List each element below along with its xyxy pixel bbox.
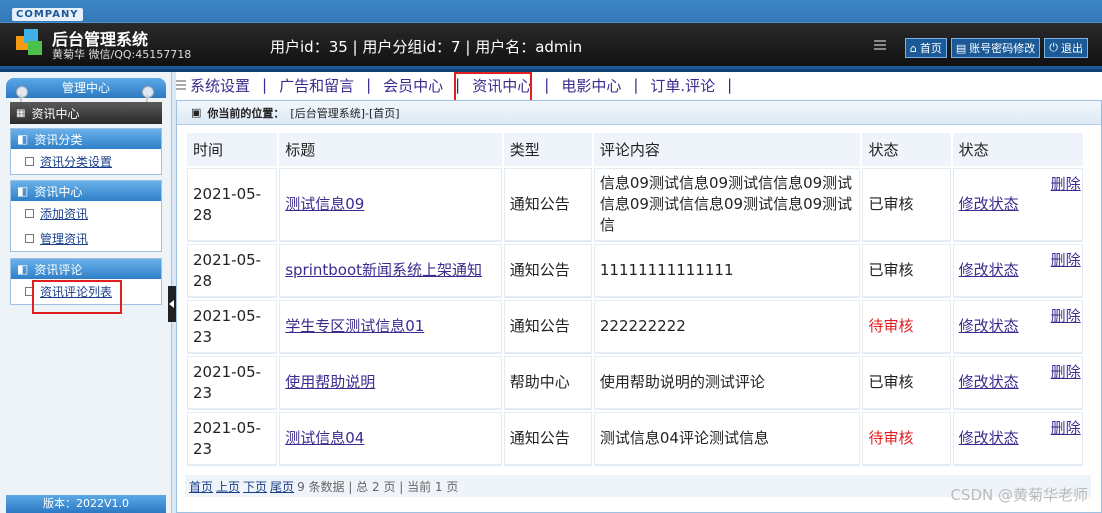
sidebar: 管理中心 ▦ 资讯中心 ◧ 资讯分类 资讯分类设置 ◧ 资讯中心 添加资讯 管理… (0, 72, 172, 513)
form-icon: ▤ (955, 41, 967, 55)
delete-link[interactable]: 删除 (1051, 362, 1081, 383)
cell-type: 通知公告 (503, 412, 592, 466)
title-link[interactable]: sprintboot新闻系统上架通知 (285, 261, 482, 279)
group-header[interactable]: ◧ 资讯中心 (11, 181, 161, 201)
sidebar-group-news: ◧ 资讯中心 添加资讯 管理资讯 (10, 180, 162, 252)
password-change-link[interactable]: ▤ 账号密码修改 (950, 38, 1041, 58)
top-menu: 系统设置 | 广告和留言 | 会员中心 | 资讯中心 | 电影中心 | 订单.评论 | (176, 72, 1102, 98)
page-icon (25, 234, 34, 243)
column-header: 状态 (952, 133, 1083, 166)
logout-link[interactable]: ⏻ 退出 (1044, 38, 1088, 58)
menu-item-system[interactable]: 系统设置 (188, 75, 252, 96)
list-icon (874, 40, 886, 52)
sidebar-item-category-settings[interactable]: 资讯分类设置 (11, 149, 161, 174)
cell-content: 测试信息04评论测试信息 (593, 412, 861, 466)
delete-link[interactable]: 删除 (1051, 250, 1081, 271)
app-header: COMPANY 后台管理系统 黄菊华 微信/QQ:45157718 用户id：3… (0, 0, 1102, 72)
column-header: 标题 (279, 133, 502, 166)
column-header: 时间 (187, 133, 278, 166)
sidebar-item-add-news[interactable]: 添加资讯 (11, 201, 161, 226)
highlight-box (32, 280, 122, 314)
menu-item-ads[interactable]: 广告和留言 (277, 75, 356, 96)
status-text: 已审核 (862, 168, 951, 242)
delete-link[interactable]: 删除 (1051, 418, 1081, 439)
edit-status-link[interactable]: 修改状态 (959, 373, 1019, 391)
home-link[interactable]: ⌂ 首页 (904, 38, 947, 58)
table-row: 2021-05-23 学生专区测试信息01 通知公告 222222222 待审核… (187, 300, 1083, 354)
menu-item-movies[interactable]: 电影中心 (559, 75, 623, 96)
edit-status-link[interactable]: 修改状态 (959, 261, 1019, 279)
prev-page-link[interactable]: 上页 (216, 478, 240, 495)
title-link[interactable]: 学生专区测试信息01 (285, 317, 424, 335)
page-icon (25, 157, 34, 166)
title-link[interactable]: 使用帮助说明 (285, 373, 375, 391)
cell-content: 信息09测试信息09测试信信息09测试信息09测试信信息09测试信息09测试信 (593, 168, 861, 242)
cell-type: 通知公告 (503, 300, 592, 354)
cell-time: 2021-05-23 (187, 412, 278, 466)
page-summary: 9 条数据 | 总 2 页 | 当前 1 页 (297, 479, 459, 494)
column-header: 类型 (503, 133, 592, 166)
home-icon: ⌂ (909, 41, 917, 55)
status-text: 待审核 (862, 412, 951, 466)
group-header[interactable]: ◧ 资讯分类 (11, 129, 161, 149)
menu-item-orders[interactable]: 订单.评论 (648, 75, 717, 96)
status-text: 已审核 (862, 356, 951, 410)
delete-link[interactable]: 删除 (1051, 306, 1081, 327)
top-links: ⌂ 首页 ▤ 账号密码修改 ⏻ 退出 (904, 38, 1088, 58)
cell-time: 2021-05-28 (187, 244, 278, 298)
cell-type: 通知公告 (503, 168, 592, 242)
cell-type: 通知公告 (503, 244, 592, 298)
menu-item-members[interactable]: 会员中心 (381, 75, 445, 96)
cubes-logo-icon (16, 29, 42, 55)
version-label: 版本：2022V1.0 (6, 495, 166, 513)
comments-table: 时间 标题 类型 评论内容 状态 状态 2021-05-28 测试信息09 通知… (185, 131, 1085, 468)
grip-icon (176, 80, 186, 90)
table-row: 2021-05-28 sprintboot新闻系统上架通知 通知公告 11111… (187, 244, 1083, 298)
column-header: 状态 (862, 133, 951, 166)
next-page-link[interactable]: 下页 (243, 478, 267, 495)
column-header: 评论内容 (593, 133, 861, 166)
sidebar-item-manage-news[interactable]: 管理资讯 (11, 226, 161, 251)
cell-time: 2021-05-23 (187, 300, 278, 354)
delete-link[interactable]: 删除 (1051, 174, 1081, 195)
last-page-link[interactable]: 尾页 (270, 478, 294, 495)
first-page-link[interactable]: 首页 (189, 478, 213, 495)
power-icon: ⏻ (1049, 41, 1058, 54)
cell-time: 2021-05-23 (187, 356, 278, 410)
main-panel: ▣ 你当前的位置： [后台管理系统]-[首页] 时间 标题 类型 评论内容 状态… (176, 100, 1102, 513)
page-icon (25, 209, 34, 218)
watermark: CSDN @黄菊华老师 (950, 486, 1088, 504)
table-row: 2021-05-23 使用帮助说明 帮助中心 使用帮助说明的测试评论 已审核 修… (187, 356, 1083, 410)
table-header: 时间 标题 类型 评论内容 状态 状态 (187, 133, 1083, 166)
system-subtitle: 黄菊华 微信/QQ:45157718 (52, 48, 192, 61)
cell-time: 2021-05-28 (187, 168, 278, 242)
edit-status-link[interactable]: 修改状态 (959, 195, 1019, 213)
collapse-arrow-icon[interactable] (168, 286, 176, 322)
panel-icon: ◧ (17, 184, 29, 198)
group-header[interactable]: ◧ 资讯评论 (11, 259, 161, 279)
edit-status-link[interactable]: 修改状态 (959, 429, 1019, 447)
company-badge: COMPANY (12, 8, 83, 21)
table-row: 2021-05-28 测试信息09 通知公告 信息09测试信息09测试信信息09… (187, 168, 1083, 242)
breadcrumb: ▣ 你当前的位置： [后台管理系统]-[首页] (177, 101, 1101, 125)
sidebar-group-category: ◧ 资讯分类 资讯分类设置 (10, 128, 162, 175)
table-row: 2021-05-23 测试信息04 通知公告 测试信息04评论测试信息 待审核 … (187, 412, 1083, 466)
current-section: ▦ 资讯中心 (10, 102, 162, 124)
cell-content: 使用帮助说明的测试评论 (593, 356, 861, 410)
status-text: 待审核 (862, 300, 951, 354)
cell-content: 11111111111111 (593, 244, 861, 298)
title-link[interactable]: 测试信息04 (285, 429, 364, 447)
cell-content: 222222222 (593, 300, 861, 354)
window-icon: ▣ (191, 106, 202, 119)
status-text: 已审核 (862, 244, 951, 298)
cell-type: 帮助中心 (503, 356, 592, 410)
edit-status-link[interactable]: 修改状态 (959, 317, 1019, 335)
title-link[interactable]: 测试信息09 (285, 195, 364, 213)
grid-icon: ▦ (16, 107, 26, 119)
panel-icon: ◧ (17, 262, 29, 276)
panel-icon: ◧ (17, 132, 29, 146)
user-info: 用户id：35 | 用户分组id：7 | 用户名：admin (270, 38, 583, 56)
